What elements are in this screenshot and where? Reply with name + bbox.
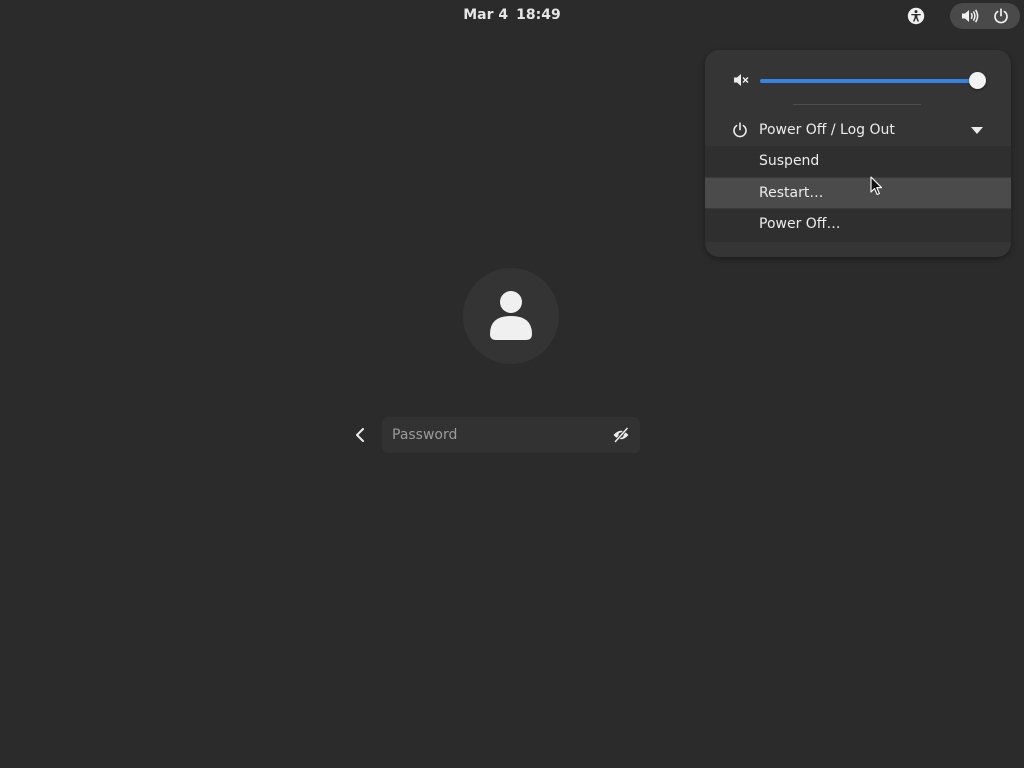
clock-time: 18:49: [516, 7, 561, 23]
avatar: [463, 268, 559, 364]
volume-row: [705, 62, 1011, 100]
login-screen: Mar 4 18:49 Power Off / Log Out Suspend …: [0, 0, 1024, 768]
top-bar: Mar 4 18:49: [0, 0, 1024, 32]
user-avatar-icon: [488, 290, 534, 342]
suspend-menu-item[interactable]: Suspend: [705, 146, 1011, 177]
restart-menu-item[interactable]: Restart…: [705, 177, 1011, 208]
speaker-volume-icon: [961, 8, 979, 24]
power-icon: [993, 8, 1009, 24]
chevron-down-icon: [971, 127, 983, 135]
password-input[interactable]: [382, 417, 640, 453]
power-submenu: Suspend Restart… Power Off…: [705, 146, 1011, 242]
reveal-password-button[interactable]: [610, 425, 632, 445]
power-off-menu-item[interactable]: Power Off…: [705, 208, 1011, 239]
power-off-log-out-menu[interactable]: Power Off / Log Out: [705, 116, 1011, 146]
clock-date: Mar 4: [463, 7, 509, 23]
back-button[interactable]: [346, 421, 374, 449]
clock[interactable]: Mar 4 18:49: [0, 7, 1024, 23]
menu-separator: [793, 104, 921, 105]
volume-slider-knob[interactable]: [969, 72, 986, 89]
system-status-button[interactable]: [950, 3, 1020, 29]
volume-slider-fill: [760, 79, 978, 83]
volume-slider[interactable]: [760, 72, 986, 89]
mouse-pointer-icon: [870, 176, 883, 200]
speaker-muted-icon[interactable]: [733, 72, 749, 88]
power-icon: [732, 122, 748, 138]
power-menu-label: Power Off / Log Out: [759, 122, 895, 138]
chevron-left-icon: [355, 428, 365, 442]
quick-settings-menu: Power Off / Log Out Suspend Restart… Pow…: [705, 50, 1011, 257]
accessibility-button[interactable]: [902, 4, 930, 28]
eye-hidden-icon: [612, 427, 630, 443]
accessibility-icon: [907, 7, 925, 25]
